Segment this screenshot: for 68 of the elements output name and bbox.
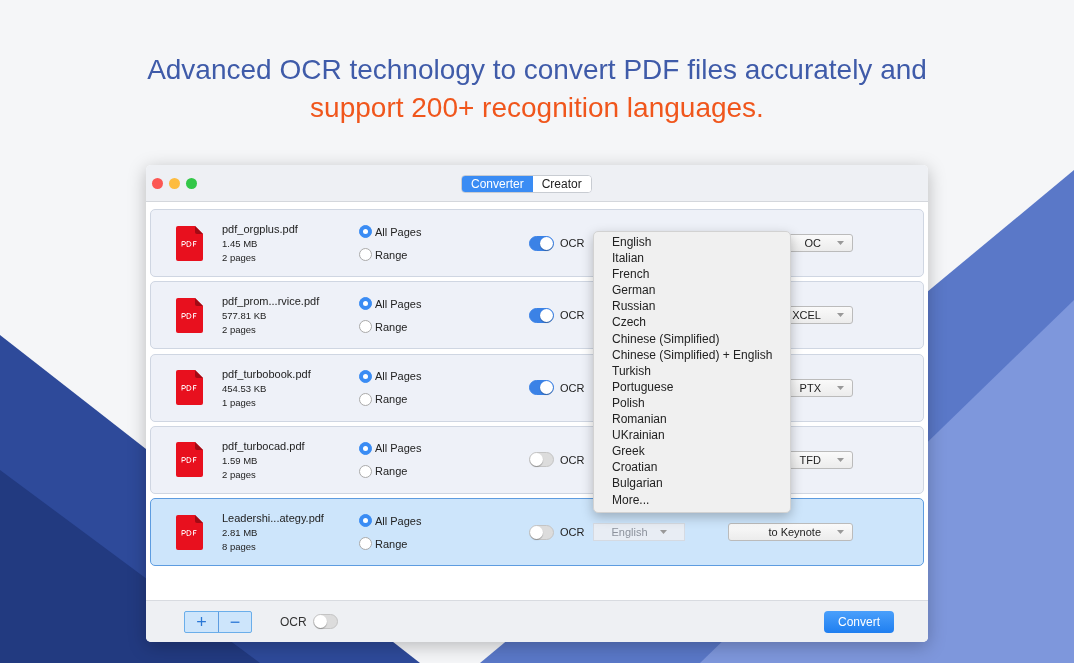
- caret-icon: [837, 530, 844, 535]
- headline-highlight: support 200+ recognition languages.: [310, 91, 764, 125]
- toggle-switch[interactable]: [529, 452, 554, 468]
- format-dropdown[interactable]: to Keynote: [728, 523, 853, 542]
- toggle-switch[interactable]: [312, 614, 338, 629]
- toggle-switch[interactable]: [529, 380, 554, 396]
- page-count: 2 pages: [222, 324, 257, 336]
- page-option-radio[interactable]: All Pages: [359, 514, 529, 528]
- file-name: pdf_prom...rvice.pdf: [222, 295, 321, 308]
- menu-item[interactable]: Turkish: [594, 362, 790, 379]
- page-option-radio[interactable]: All Pages: [359, 225, 529, 238]
- minimize-button[interactable]: [169, 177, 180, 189]
- ocr-label: OCR: [560, 381, 585, 394]
- ocr-label: OCR: [560, 526, 585, 539]
- menu-item[interactable]: Croatian: [594, 459, 790, 476]
- file-size: 1.45 MB: [222, 238, 259, 249]
- page-option-radio[interactable]: Range: [359, 537, 529, 551]
- menu-item[interactable]: Bulgarian: [594, 475, 790, 492]
- toggle-switch[interactable]: [529, 524, 554, 540]
- page-option-radio[interactable]: All Pages: [359, 441, 529, 455]
- caret-icon: [837, 313, 844, 318]
- menu-item[interactable]: UKrainian: [594, 427, 790, 444]
- menu-item[interactable]: Polish: [594, 394, 790, 412]
- page-option-radio[interactable]: All Pages: [359, 297, 529, 311]
- menu-item[interactable]: Greek: [594, 443, 790, 460]
- page-count: 2 pages: [222, 468, 257, 480]
- caret-icon: [837, 241, 844, 245]
- page-count: 2 pages: [222, 252, 257, 263]
- close-button[interactable]: [152, 177, 163, 189]
- pdf-file-icon: [176, 514, 203, 550]
- caret-icon: [837, 457, 844, 462]
- headline-text: Advanced OCR technology to convert PDF files accurately and: [147, 53, 927, 87]
- ocr-label: OCR: [560, 309, 585, 322]
- toggle-switch[interactable]: [529, 235, 554, 251]
- pdf-file-icon: [176, 442, 203, 478]
- file-name: Leadershi...ategy.pdf: [222, 512, 325, 525]
- page-option-radio[interactable]: Range: [359, 464, 529, 478]
- file-size: 577.81 KB: [222, 310, 268, 322]
- page-option-radio[interactable]: Range: [359, 320, 529, 334]
- file-size: 2.81 MB: [222, 527, 259, 539]
- file-name: pdf_turbobook.pdf: [222, 367, 312, 380]
- menu-item[interactable]: Russian: [594, 298, 790, 315]
- page-option-radio[interactable]: All Pages: [359, 369, 529, 383]
- page-count: 1 pages: [222, 396, 257, 408]
- ocr-label: OCR: [280, 614, 307, 629]
- pdf-file-icon: [176, 297, 203, 333]
- page-option-radio[interactable]: Range: [359, 248, 529, 261]
- toggle-switch[interactable]: [529, 307, 554, 323]
- page-count: 8 pages: [222, 541, 257, 553]
- page-option-radio[interactable]: Range: [359, 392, 529, 406]
- remove-button[interactable]: −: [218, 611, 251, 632]
- file-size: 1.59 MB: [222, 454, 259, 466]
- ocr-label: OCR: [560, 453, 585, 466]
- file-name: pdf_orgplus.pdf: [222, 223, 299, 235]
- pdf-file-icon: [176, 225, 203, 261]
- caret-icon: [837, 385, 844, 390]
- file-size: 454.53 KB: [222, 382, 268, 394]
- menu-item[interactable]: Portuguese: [594, 378, 790, 395]
- menu-item[interactable]: Czech: [594, 314, 790, 331]
- pdf-file-icon: [176, 370, 203, 406]
- ocr-label: OCR: [560, 237, 585, 249]
- menu-item[interactable]: German: [594, 282, 790, 299]
- menu-item[interactable]: English: [594, 234, 790, 251]
- zoom-button[interactable]: [186, 177, 197, 189]
- caret-icon: [659, 530, 667, 535]
- menu-item[interactable]: Chinese (Simplified): [594, 330, 790, 347]
- menu-item[interactable]: Italian: [594, 250, 790, 267]
- file-name: pdf_turbocad.pdf: [222, 439, 306, 452]
